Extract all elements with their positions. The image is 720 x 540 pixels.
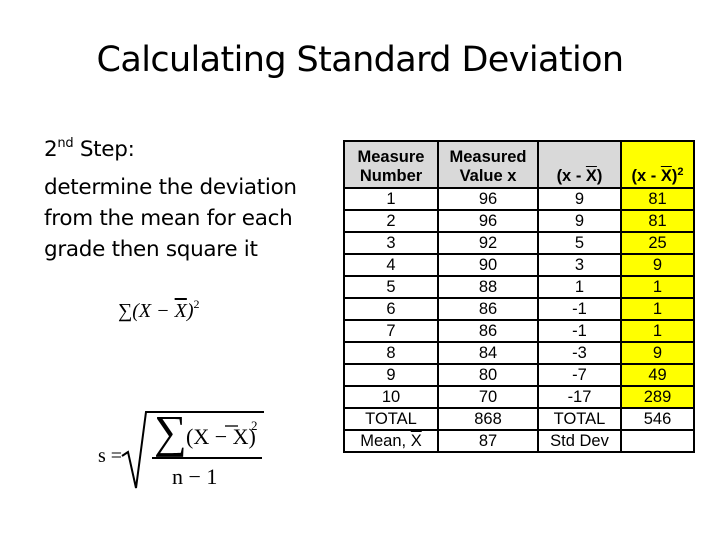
formula-numerator-open: (X − X) (186, 424, 256, 449)
step-ordinal-suffix: nd (57, 136, 74, 151)
total-cell-measure-number: TOTAL (343, 407, 439, 431)
cell-measure-number: 6 (343, 297, 439, 321)
sum-of-squares-formula: ∑(X − X)2 (118, 297, 200, 323)
table-row: 8 84 -3 9 (343, 341, 695, 365)
total-cell-squared-deviation: 546 (620, 407, 695, 431)
cell-measured-value: 96 (437, 209, 539, 233)
cell-measured-value: 86 (437, 319, 539, 343)
cell-deviation: -7 (537, 363, 622, 387)
cell-measure-number: 7 (343, 319, 439, 343)
formula-open: (X − (132, 300, 175, 322)
cell-deviation: 1 (537, 275, 622, 299)
table-row: 9 80 -7 49 (343, 363, 695, 387)
table-row: 10 70 -17 289 (343, 385, 695, 409)
table-header-row: Measure Number Measured Value x (x - X) (x… (343, 140, 695, 189)
slide-title: Calculating Standard Deviation (96, 40, 625, 80)
header-squared-deviation: (x - X)2 (620, 140, 695, 189)
std-dev-label: Std Dev (537, 429, 622, 453)
cell-deviation: 5 (537, 231, 622, 255)
std-dev-value (620, 429, 695, 453)
cell-measure-number: 4 (343, 253, 439, 277)
table-row: 1 96 9 81 (343, 187, 695, 211)
cell-squared-deviation: 81 (620, 209, 695, 233)
header-deviation: (x - X) (537, 140, 622, 189)
deviation-table: Measure Number Measured Value x (x - X) (x… (343, 140, 695, 453)
cell-squared-deviation: 25 (620, 231, 695, 255)
step-number: 2 (44, 137, 58, 162)
cell-squared-deviation: 289 (620, 385, 695, 409)
cell-deviation: -1 (537, 297, 622, 321)
table-row: 4 90 3 9 (343, 253, 695, 277)
cell-squared-deviation: 9 (620, 253, 695, 277)
cell-measure-number: 10 (343, 385, 439, 409)
cell-squared-deviation: 81 (620, 187, 695, 211)
cell-measured-value: 70 (437, 385, 539, 409)
mean-value: 87 (437, 429, 539, 453)
cell-measured-value: 96 (437, 187, 539, 211)
header-measure-number: Measure Number (343, 140, 439, 189)
table-row: 7 86 -1 1 (343, 319, 695, 343)
step-heading: 2nd Step: (44, 134, 334, 165)
table-row: 3 92 5 25 (343, 231, 695, 255)
cell-squared-deviation: 49 (620, 363, 695, 387)
cell-squared-deviation: 9 (620, 341, 695, 365)
total-cell-measured-value: 868 (437, 407, 539, 431)
formula-close: ) (186, 300, 194, 322)
cell-measured-value: 84 (437, 341, 539, 365)
cell-deviation: -1 (537, 319, 622, 343)
formula-numerator-exponent: 2 (251, 418, 258, 433)
cell-measured-value: 86 (437, 297, 539, 321)
step-description-block: 2nd Step: determine the deviation from t… (44, 134, 334, 265)
cell-measured-value: 80 (437, 363, 539, 387)
formula-sigma: ∑ (154, 406, 187, 457)
cell-squared-deviation: 1 (620, 275, 695, 299)
cell-measure-number: 8 (343, 341, 439, 365)
x-bar: X (174, 300, 187, 322)
total-row: TOTAL 868 TOTAL 546 (343, 407, 695, 431)
cell-measured-value: 92 (437, 231, 539, 255)
cell-deviation: 3 (537, 253, 622, 277)
std-dev-formula-graphic: s = ∑ (X − X) 2 n − 1 (98, 406, 264, 489)
header-measured-value: Measured Value x (437, 140, 539, 189)
formula-lhs: s = (98, 445, 122, 467)
formula-exponent: 2 (193, 297, 200, 311)
cell-deviation: 9 (537, 209, 622, 233)
cell-measured-value: 88 (437, 275, 539, 299)
formula-denominator: n − 1 (172, 464, 217, 489)
cell-deviation: -3 (537, 341, 622, 365)
cell-squared-deviation: 1 (620, 297, 695, 321)
cell-deviation: 9 (537, 187, 622, 211)
cell-measure-number: 3 (343, 231, 439, 255)
cell-measure-number: 1 (343, 187, 439, 211)
step-description: determine the deviation from the mean fo… (44, 175, 297, 262)
cell-measured-value: 90 (437, 253, 539, 277)
cell-squared-deviation: 1 (620, 319, 695, 343)
deviation-data-table: Measure Number Measured Value x (x - X) (x… (343, 140, 695, 453)
cell-measure-number: 2 (343, 209, 439, 233)
table-row: 5 88 1 1 (343, 275, 695, 299)
table-row: 6 86 -1 1 (343, 297, 695, 321)
cell-measure-number: 9 (343, 363, 439, 387)
standard-deviation-formula: s = ∑ (X − X) 2 n − 1 (96, 400, 276, 492)
mean-label: Mean, X (343, 429, 439, 453)
cell-measure-number: 5 (343, 275, 439, 299)
total-cell-deviation: TOTAL (537, 407, 622, 431)
table-row: 2 96 9 81 (343, 209, 695, 233)
mean-row: Mean, X 87 Std Dev (343, 429, 695, 453)
sigma-symbol: ∑ (118, 300, 133, 322)
cell-deviation: -17 (537, 385, 622, 409)
step-label: Step: (73, 137, 135, 162)
